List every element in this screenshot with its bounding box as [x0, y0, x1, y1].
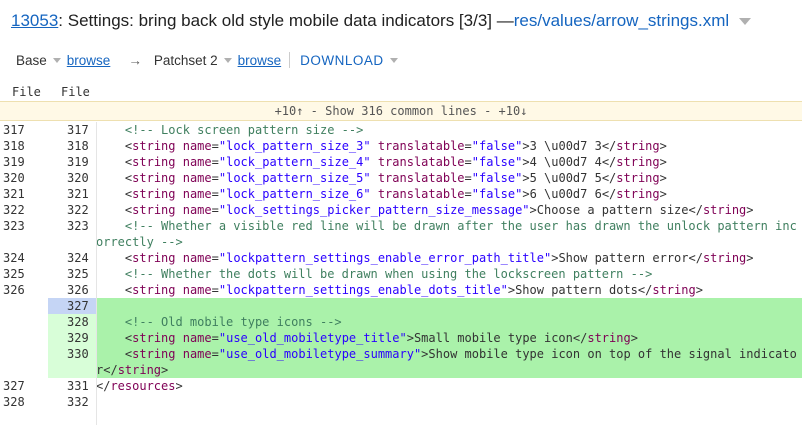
left-line-number[interactable]: 320 — [0, 170, 48, 186]
code-line: </resources> — [96, 379, 183, 393]
right-line-number[interactable]: 326 — [48, 282, 96, 298]
left-file-column-label: File — [12, 85, 41, 99]
right-line-number[interactable]: 322 — [48, 202, 96, 218]
left-line-number[interactable]: 323 — [0, 218, 48, 250]
left-line-number[interactable]: 324 — [0, 250, 48, 266]
diff-row: 321 321 <string name="lock_pattern_size_6… — [0, 186, 802, 202]
code-line — [96, 298, 802, 314]
patchset-bar: Base browse → Patchset 2 browse DOWNLOAD — [0, 42, 802, 78]
patchset-dropdown-icon[interactable] — [223, 57, 232, 63]
patchset-selector[interactable]: Patchset 2 — [154, 53, 218, 68]
left-line-number[interactable]: 328 — [0, 394, 48, 410]
browse-base-link[interactable]: browse — [67, 53, 111, 68]
diff-row-added: 330 <string name="use_old_mobiletype_sum… — [0, 346, 802, 378]
left-line-number[interactable]: 317 — [0, 122, 48, 138]
column-header: File File — [0, 84, 802, 101]
download-dropdown-icon[interactable] — [389, 57, 398, 63]
left-line-number[interactable] — [0, 298, 48, 314]
diff-row-added: 327 — [0, 298, 802, 314]
code-line: <string name="use_old_mobiletype_summary… — [96, 346, 802, 378]
diff-row: 325 325 <!-- Whether the dots will be dra… — [0, 266, 802, 282]
code-line: <!-- Whether a visible red line will be … — [96, 219, 797, 249]
diff-row: 323 323 <!-- Whether a visible red line w… — [0, 218, 802, 250]
code-line: <string name="lockpattern_settings_enabl… — [96, 283, 703, 297]
left-line-number[interactable] — [0, 346, 48, 378]
browse-patchset-link[interactable]: browse — [238, 53, 282, 68]
right-line-number[interactable]: 331 — [48, 378, 96, 394]
change-subject: : Settings: bring back old style mobile … — [58, 11, 514, 30]
right-file-column-label: File — [61, 85, 90, 99]
left-line-number[interactable]: 326 — [0, 282, 48, 298]
right-line-number[interactable]: 318 — [48, 138, 96, 154]
diff-row: 320 320 <string name="lock_pattern_size_5… — [0, 170, 802, 186]
gutter-divider — [96, 122, 97, 425]
right-line-number[interactable]: 329 — [48, 330, 96, 346]
left-line-number[interactable]: 322 — [0, 202, 48, 218]
diff-row: 326 326 <string name="lockpattern_setting… — [0, 282, 802, 298]
code-line: <!-- Old mobile type icons --> — [96, 314, 802, 330]
diff-row-added: 329 <string name="use_old_mobiletype_tit… — [0, 330, 802, 346]
right-line-number[interactable]: 323 — [48, 218, 96, 250]
code-line: <string name="lock_pattern_size_4" trans… — [96, 155, 667, 169]
right-line-number[interactable]: 328 — [48, 314, 96, 330]
arrow-icon: → — [128, 52, 142, 68]
file-dropdown-icon[interactable] — [739, 17, 752, 25]
code-line: <!-- Whether the dots will be drawn when… — [96, 267, 653, 281]
code-line: <string name="lock_pattern_size_5" trans… — [96, 171, 667, 185]
right-line-number[interactable]: 327 — [48, 298, 96, 314]
download-button[interactable]: DOWNLOAD — [300, 53, 384, 68]
diff-row: 319 319 <string name="lock_pattern_size_4… — [0, 154, 802, 170]
right-line-number[interactable]: 317 — [48, 122, 96, 138]
code-line: <string name="lockpattern_settings_enabl… — [96, 251, 754, 265]
base-selector[interactable]: Base — [16, 53, 47, 68]
right-line-number[interactable]: 319 — [48, 154, 96, 170]
change-header: 13053 : Settings: bring back old style m… — [0, 0, 802, 42]
left-line-number[interactable]: 321 — [0, 186, 48, 202]
right-line-number[interactable]: 332 — [48, 394, 96, 410]
code-line: <string name="lock_pattern_size_6" trans… — [96, 187, 667, 201]
right-line-number[interactable]: 321 — [48, 186, 96, 202]
diff-row: 318 318 <string name="lock_pattern_size_3… — [0, 138, 802, 154]
code-line: <string name="use_old_mobiletype_title">… — [96, 330, 802, 346]
toolbar-divider — [289, 52, 291, 68]
right-line-number[interactable]: 325 — [48, 266, 96, 282]
left-line-number[interactable]: 319 — [0, 154, 48, 170]
diff-row: 324 324 <string name="lockpattern_setting… — [0, 250, 802, 266]
change-number-link[interactable]: 13053 — [11, 11, 58, 31]
code-line: <!-- Lock screen pattern size --> — [96, 123, 364, 137]
left-line-number[interactable] — [0, 314, 48, 330]
right-line-number[interactable]: 320 — [48, 170, 96, 186]
diff-row: 317 317 <!-- Lock screen pattern size --> — [0, 122, 802, 138]
base-dropdown-icon[interactable] — [52, 57, 61, 63]
right-line-number[interactable]: 324 — [48, 250, 96, 266]
left-line-number[interactable]: 318 — [0, 138, 48, 154]
diff-row: 328 332 — [0, 394, 802, 410]
left-line-number[interactable]: 327 — [0, 378, 48, 394]
diff-row: 327 331 </resources> — [0, 378, 802, 394]
diff-view: 317 317 <!-- Lock screen pattern size -->… — [0, 122, 802, 410]
file-path-link[interactable]: res/values/arrow_strings.xml — [514, 11, 729, 31]
left-line-number[interactable]: 325 — [0, 266, 48, 282]
show-common-lines-bar[interactable]: +10↑ - Show 316 common lines - +10↓ — [0, 101, 802, 121]
right-line-number[interactable]: 330 — [48, 346, 96, 378]
diff-row: 322 322 <string name="lock_settings_picke… — [0, 202, 802, 218]
code-line: <string name="lock_settings_picker_patte… — [96, 203, 754, 217]
diff-row-added: 328 <!-- Old mobile type icons --> — [0, 314, 802, 330]
left-line-number[interactable] — [0, 330, 48, 346]
code-line: <string name="lock_pattern_size_3" trans… — [96, 139, 667, 153]
